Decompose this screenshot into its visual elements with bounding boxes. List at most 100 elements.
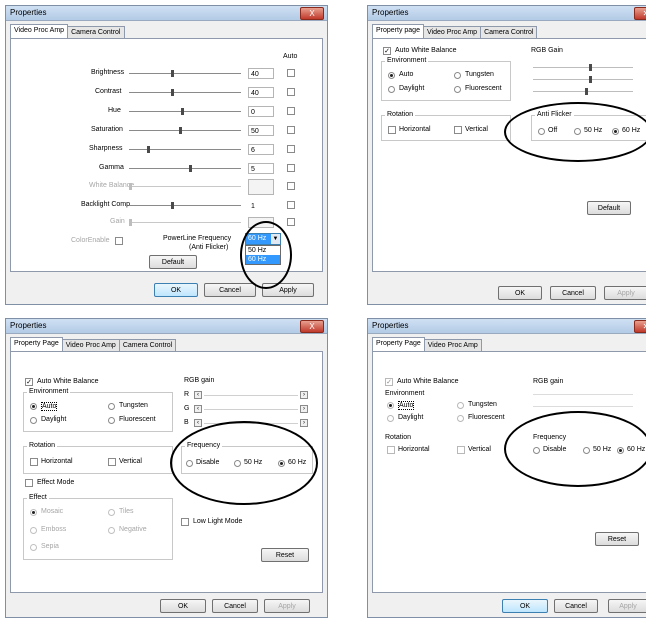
contrast-slider[interactable] [129,92,241,93]
auto-white-balance-checkbox[interactable]: ✓ [383,47,391,55]
vertical-checkbox[interactable] [108,458,116,466]
close-button[interactable]: X [300,7,324,20]
tab-property-page[interactable]: Property Page [372,337,425,352]
dialog-title: Properties [372,8,409,17]
rotation-group: Rotation Horizontal Vertical [23,442,173,474]
horizontal-checkbox [387,446,395,454]
r-scroll-left[interactable]: ‹ [194,391,202,399]
sharpness-auto-checkbox[interactable] [287,145,295,153]
vertical-checkbox[interactable] [454,126,462,134]
saturation-slider-thumb[interactable] [179,127,182,134]
tab-strip: Property page Video Proc Amp Camera Contro… [372,24,642,39]
auto-radio[interactable] [30,403,37,410]
horizontal-checkbox[interactable] [30,458,38,466]
cancel-button[interactable]: Cancel [550,286,596,300]
tungsten-radio[interactable] [454,72,461,79]
rgb-gain-g-slider[interactable] [533,79,633,80]
ok-button[interactable]: OK [154,283,198,297]
backlight-comp-value[interactable]: 1 [248,200,274,211]
color-enable-checkbox[interactable] [115,237,123,245]
fluorescent-radio[interactable] [108,417,115,424]
r-scroll-right[interactable]: › [300,391,308,399]
r-slider[interactable] [204,395,298,396]
gamma-value[interactable]: 5 [248,163,274,174]
cancel-button[interactable]: Cancel [212,599,258,613]
close-button[interactable]: X [300,320,324,333]
hue-auto-checkbox[interactable] [287,107,295,115]
gain-auto-checkbox[interactable] [287,218,295,226]
auto-white-balance-label: Auto White Balance [37,378,99,385]
b-scroll-right[interactable]: › [300,419,308,427]
saturation-value[interactable]: 50 [248,125,274,136]
brightness-slider-thumb[interactable] [171,70,174,77]
properties-dialog-anti-flicker: Properties ✕ Property pageVideo Proc Amp… [367,5,646,305]
default-button[interactable]: Default [587,201,631,215]
fluorescent-label: Fluorescent [119,416,156,423]
rotation-group: Rotation Horizontal Vertical [381,111,511,141]
g-scroll-right[interactable]: › [300,405,308,413]
brightness-slider[interactable] [129,73,241,74]
gamma-auto-checkbox[interactable] [287,164,295,172]
rgb-gain-label: RGB Gain [531,47,563,54]
tungsten-radio[interactable] [108,403,115,410]
saturation-auto-checkbox[interactable] [287,126,295,134]
gamma-slider-thumb[interactable] [189,165,192,172]
contrast-value[interactable]: 40 [248,87,274,98]
tab-strip: Video Proc Amp Camera Control [10,24,323,39]
daylight-radio [387,415,394,422]
mosaic-label: Mosaic [41,508,64,515]
tab-video-proc-amp[interactable]: Video Proc Amp [10,24,69,39]
daylight-radio[interactable] [30,417,37,424]
hue-slider-thumb[interactable] [181,108,184,115]
gain-slider [129,222,241,223]
backlight-comp-slider-thumb[interactable] [171,202,174,209]
low-light-mode-checkbox[interactable] [181,518,189,526]
ok-button[interactable]: OK [502,599,548,613]
tab-property-page[interactable]: Property Page [10,337,63,352]
rgb-gain-r-slider[interactable] [533,67,633,68]
cancel-button[interactable]: Cancel [554,599,598,613]
dialog-title: Properties [10,321,47,330]
b-scroll-left[interactable]: ‹ [194,419,202,427]
brightness-auto-checkbox[interactable] [287,69,295,77]
white-balance-label: White Balance [89,182,135,189]
hue-slider[interactable] [129,111,241,112]
brightness-value[interactable]: 40 [248,68,274,79]
cancel-button[interactable]: Cancel [204,283,256,297]
fluorescent-label: Fluorescent [468,414,505,421]
sharpness-value[interactable]: 6 [248,144,274,155]
sharpness-slider-thumb[interactable] [147,146,150,153]
gamma-slider[interactable] [129,168,241,169]
saturation-slider[interactable] [129,130,241,131]
horizontal-checkbox[interactable] [388,126,396,134]
rgb-gain-g-thumb[interactable] [589,76,592,83]
sharpness-slider[interactable] [129,149,241,150]
ok-button[interactable]: OK [160,599,206,613]
r-label: R [184,391,190,398]
auto-radio[interactable] [388,72,395,79]
backlight-comp-auto-checkbox[interactable] [287,201,295,209]
contrast-auto-checkbox[interactable] [287,88,295,96]
tab-property-page[interactable]: Property page [372,24,424,39]
rgb-gain-b-slider[interactable] [533,91,633,92]
reset-button[interactable]: Reset [595,532,639,546]
auto-white-balance-checkbox[interactable]: ✓ [25,378,33,386]
g-scroll-left[interactable]: ‹ [194,405,202,413]
backlight-comp-slider[interactable] [129,205,241,206]
default-button[interactable]: Default [149,255,197,269]
vertical-label: Vertical [468,446,491,453]
close-button[interactable]: ✕ [634,320,646,333]
close-button[interactable]: ✕ [634,7,646,20]
reset-button[interactable]: Reset [261,548,309,562]
hue-value[interactable]: 0 [248,106,274,117]
g-label: G [184,405,190,412]
contrast-slider-thumb[interactable] [171,89,174,96]
rgb-gain-r-thumb[interactable] [589,64,592,71]
g-slider[interactable] [204,409,298,410]
daylight-radio[interactable] [388,86,395,93]
fluorescent-radio[interactable] [454,86,461,93]
ok-button[interactable]: OK [498,286,542,300]
white-balance-auto-checkbox[interactable] [287,182,295,190]
rgb-gain-b-thumb[interactable] [585,88,588,95]
effect-mode-checkbox[interactable] [25,479,33,487]
